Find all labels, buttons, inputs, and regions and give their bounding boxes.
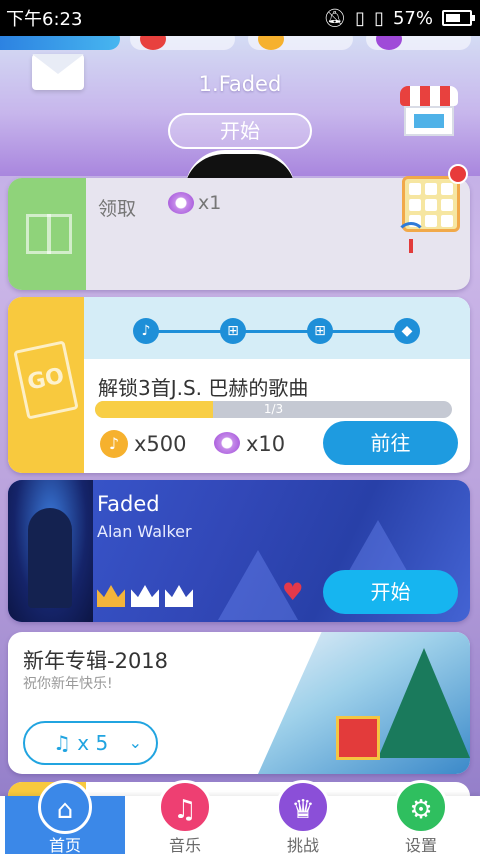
nav-music[interactable]: ♫ 音乐 — [125, 780, 245, 854]
album-song-count: x 5 — [77, 731, 109, 755]
present-image — [336, 716, 380, 760]
trophy-icon: ♛ — [276, 780, 330, 834]
song-cover-image — [8, 480, 93, 622]
go-panel: GO — [8, 297, 84, 473]
nav-challenge-label: 挑战 — [286, 836, 319, 854]
diamond-icon — [214, 432, 240, 454]
task-title: 解锁3首J.S. 巴赫的歌曲 — [98, 376, 309, 400]
nav-challenge[interactable]: ♛ 挑战 — [243, 780, 363, 854]
go-button[interactable]: 前往 — [323, 421, 458, 465]
album-song-filter[interactable]: ♫ x 5 ⌄ — [23, 721, 158, 765]
task-progress-bar: 1/3 — [95, 401, 452, 418]
album-title: 新年专辑-2018 — [23, 649, 169, 673]
shop-icon[interactable] — [400, 86, 458, 138]
reward-step-icon: ◆ — [394, 318, 420, 344]
level-pill[interactable] — [0, 36, 120, 50]
nav-home[interactable]: ⌂ 首页 — [5, 780, 125, 854]
diamond-reward: x10 — [246, 432, 286, 456]
diamond-icon — [168, 192, 194, 214]
header-start-button[interactable]: 开始 — [168, 113, 312, 149]
song-artist: Alan Walker — [97, 522, 192, 541]
heart-icon[interactable]: ♥ — [282, 580, 304, 604]
nav-settings-label: 设置 — [404, 836, 437, 854]
music-note-icon: ♫ — [53, 731, 71, 755]
signal-icon: ▯ — [355, 7, 366, 29]
nav-settings[interactable]: ⚙ 设置 — [361, 780, 480, 854]
song-name: Faded — [97, 492, 160, 516]
diamond-pill[interactable] — [366, 36, 471, 50]
status-bar: 下午6:23 🔕︎ ▯ ▯ 57% — [0, 0, 480, 36]
grid-icon: ⊞ — [220, 318, 246, 344]
claim-label: 领取 — [98, 198, 137, 220]
nav-music-label: 音乐 — [168, 836, 201, 854]
battery-icon — [442, 10, 475, 26]
song-start-button[interactable]: 开始 — [323, 570, 458, 614]
nav-home-label: 首页 — [48, 836, 81, 854]
gift-panel — [8, 178, 86, 290]
home-icon: ⌂ — [38, 780, 92, 834]
task-progress-text: 1/3 — [263, 402, 284, 416]
task-steps-line — [146, 330, 408, 333]
gift-icon — [26, 214, 72, 254]
battery-percent: 57% — [392, 7, 433, 29]
coin-pill[interactable] — [248, 36, 353, 50]
signal-icon-2: ▯ — [374, 7, 384, 29]
chevron-down-icon: ⌄ — [128, 733, 142, 752]
status-icons: 🔕︎ ▯ ▯ 57% — [323, 7, 475, 29]
gear-icon: ⚙ — [394, 780, 448, 834]
energy-pill[interactable] — [130, 36, 235, 50]
coin-reward: x500 — [134, 432, 187, 456]
christmas-tree-image — [378, 648, 470, 758]
mute-icon: 🔕︎ — [323, 7, 347, 29]
coin-icon: ♪ — [100, 430, 128, 458]
music-icon: ♫ — [158, 780, 212, 834]
album-subtitle: 祝你新年快乐! — [23, 676, 113, 692]
music-note-icon: ♪ — [133, 318, 159, 344]
bottom-nav: ⌂ 首页 ♫ 音乐 ♛ 挑战 ⚙ 设置 — [0, 780, 480, 854]
status-time: 下午6:23 — [6, 9, 83, 30]
notification-badge — [448, 164, 468, 184]
go-ticket-icon: GO — [13, 340, 79, 420]
claim-diamond-count: x1 — [198, 192, 222, 214]
signal-wave-icon — [396, 222, 426, 253]
grid-icon: ⊞ — [307, 318, 333, 344]
